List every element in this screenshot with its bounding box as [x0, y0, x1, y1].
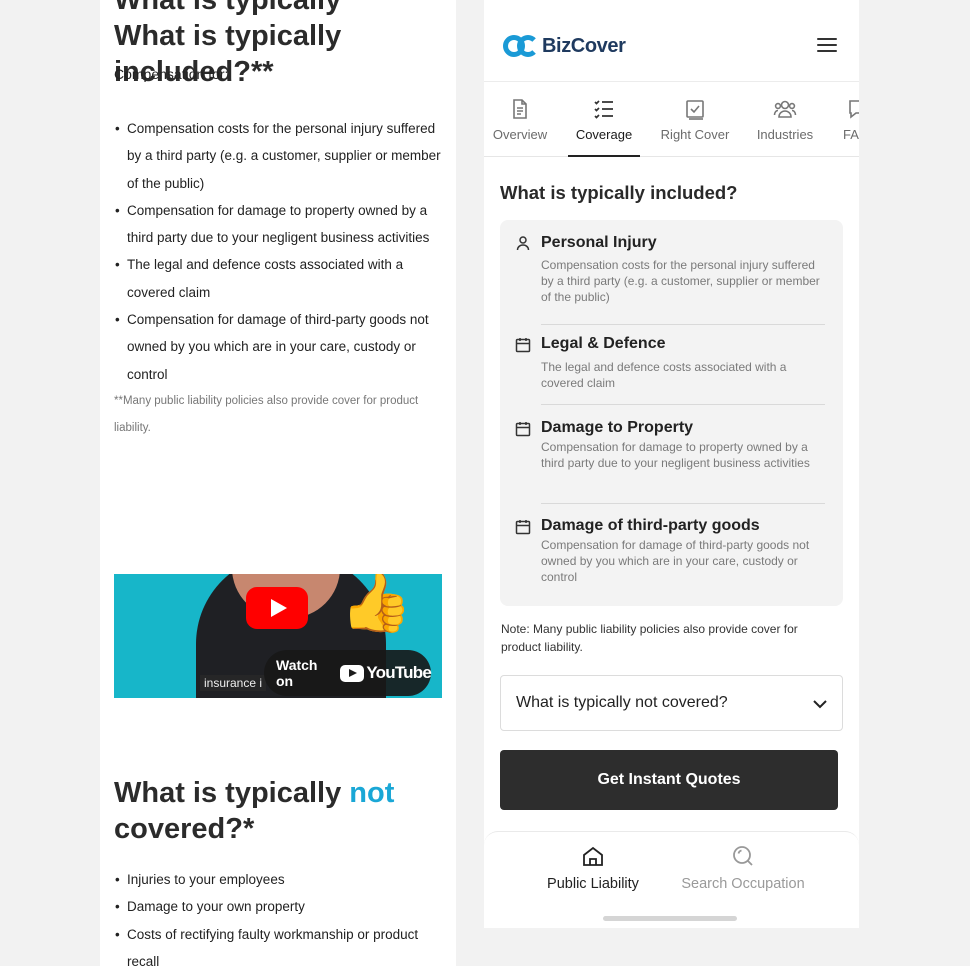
tab-industries[interactable]: Industries — [751, 83, 819, 157]
list-item: Compensation costs for the personal inju… — [114, 115, 442, 197]
website-panel: What is typically What is typically incl… — [100, 0, 456, 966]
checklist-icon — [594, 100, 613, 119]
list-item: Compensation for damage of third-party g… — [114, 306, 442, 388]
list-item: The legal and defence costs associated w… — [114, 251, 442, 306]
logo-text: BizCover — [542, 34, 626, 57]
divider — [541, 503, 825, 504]
youtube-video-embed[interactable]: 👍 insurance i Watch on YouTube — [114, 574, 442, 698]
nav-label: Public Liability — [547, 876, 639, 892]
nav-label: Search Occupation — [681, 876, 805, 892]
product-liability-footnote: **Many public liability policies also pr… — [114, 395, 419, 434]
heading-not-covered: What is typically not covered?* — [114, 775, 444, 847]
youtube-play-icon — [340, 664, 365, 682]
list-item: Damage to your own property — [114, 893, 442, 921]
youtube-logo-icon: YouTube — [340, 663, 432, 683]
divider — [541, 324, 825, 325]
checkbox-icon — [686, 100, 704, 120]
tab-bar: Overview Coverage Right Cover Industries… — [484, 83, 859, 157]
heading-not-post: covered?* — [114, 813, 255, 845]
item-description: Compensation costs for the personal inju… — [541, 258, 820, 304]
home-icon — [583, 846, 603, 866]
tab-faq[interactable]: FAQ — [840, 83, 859, 157]
chat-icon — [849, 100, 859, 119]
nav-public-liability[interactable]: Public Liability — [518, 832, 668, 892]
accordion-label: What is typically not covered? — [516, 694, 728, 711]
divider — [541, 404, 825, 405]
play-button[interactable] — [246, 587, 308, 629]
item-description: Compensation for damage of third-party g… — [541, 538, 810, 584]
item-description: The legal and defence costs associated w… — [541, 360, 787, 390]
included-list: Compensation costs for the personal inju… — [114, 115, 442, 388]
thumbs-up-icon: 👍 — [340, 574, 413, 635]
document-icon — [513, 99, 527, 119]
get-instant-quotes-button[interactable]: Get Instant Quotes — [500, 750, 838, 810]
tab-label: Coverage — [575, 127, 633, 142]
tab-overview[interactable]: Overview — [490, 83, 550, 157]
tab-right-cover[interactable]: Right Cover — [659, 83, 731, 157]
heading-not-accent: not — [349, 777, 395, 809]
nav-search-occupation[interactable]: Search Occupation — [668, 832, 818, 892]
calendar-icon — [515, 520, 531, 535]
app-header: BizCover — [484, 0, 859, 82]
calendar-icon — [515, 338, 531, 353]
list-item: Costs of rectifying faulty workmanship o… — [114, 921, 442, 966]
app-panel: BizCover Overview Coverage Right Cover I… — [484, 0, 859, 928]
product-liability-note: Note: Many public liability policies als… — [501, 622, 798, 654]
not-covered-accordion[interactable]: What is typically not covered? — [500, 675, 843, 731]
people-icon — [773, 100, 797, 118]
tab-label: Right Cover — [660, 127, 730, 142]
home-indicator — [603, 916, 737, 921]
hamburger-menu-icon[interactable] — [817, 38, 837, 54]
watch-on-youtube-button[interactable]: Watch on YouTube — [264, 650, 432, 696]
compensation-for-label: Compensation for: — [114, 66, 229, 82]
watch-on-label: Watch on — [276, 657, 318, 689]
tab-label: FAQ — [843, 127, 859, 142]
person-icon — [516, 236, 530, 251]
included-section-title: What is typically included? — [500, 182, 738, 203]
item-title: Legal & Defence — [541, 335, 666, 352]
included-card: Personal Injury Compensation costs for t… — [500, 220, 843, 606]
bizcover-logo[interactable]: BizCover — [503, 33, 626, 59]
heading-not-pre: What is typically — [114, 777, 350, 809]
video-caption: insurance i — [200, 675, 267, 691]
item-description: Compensation for damage to property owne… — [541, 440, 810, 470]
list-item: Compensation for damage to property owne… — [114, 197, 442, 252]
bottom-navigation: Public Liability Search Occupation — [484, 831, 859, 928]
heading-included: What is typically — [114, 0, 342, 16]
not-covered-list: Injuries to your employees Damage to you… — [114, 866, 442, 966]
item-title: Damage of third-party goods — [541, 517, 760, 534]
search-icon — [733, 846, 753, 866]
item-title: Personal Injury — [541, 234, 657, 251]
tab-coverage[interactable]: Coverage — [568, 83, 640, 157]
item-title: Damage to Property — [541, 419, 694, 436]
chevron-down-icon — [813, 700, 827, 709]
tab-label: Industries — [756, 127, 814, 142]
calendar-icon — [515, 422, 531, 437]
youtube-wordmark: YouTube — [366, 663, 431, 682]
list-item: Injuries to your employees — [114, 866, 442, 894]
tab-label: Overview — [492, 127, 548, 142]
bizcover-logo-icon — [503, 33, 541, 59]
